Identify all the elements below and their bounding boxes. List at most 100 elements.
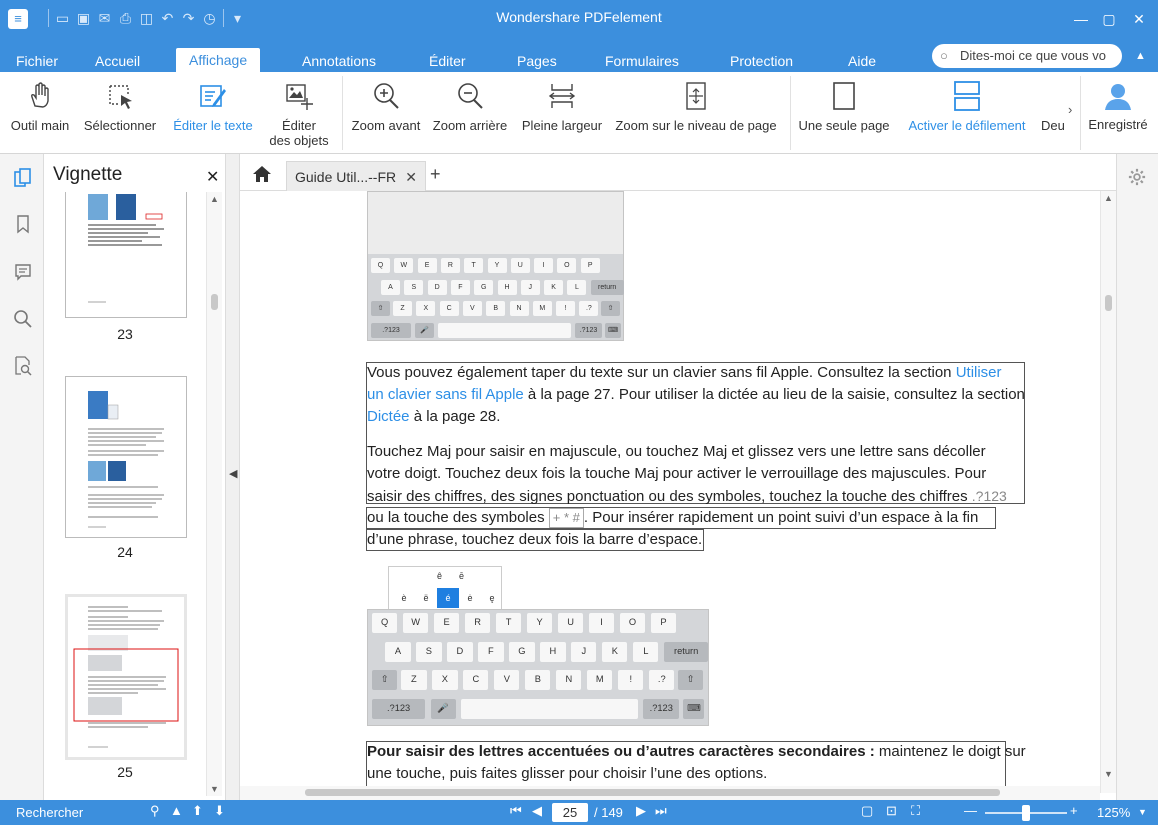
- thumbnail-page-23[interactable]: [65, 192, 187, 318]
- zoom-in-button[interactable]: Zoom avant: [346, 72, 426, 154]
- tab-aide[interactable]: Aide: [848, 50, 876, 72]
- account-button[interactable]: Enregistré: [1082, 72, 1154, 154]
- edit-text-button[interactable]: Éditer le texte: [164, 72, 262, 154]
- scrollbar-thumb[interactable]: [211, 294, 218, 310]
- scroll-mode-button[interactable]: Activer le défilement: [898, 72, 1036, 154]
- thumbnail-page-25[interactable]: [65, 594, 187, 760]
- keyboard-key: U: [510, 258, 530, 273]
- pdf-page[interactable]: Q W E R T Y U I O P A S D F G H J K Lreturn ⇧ Z X C V B N M!.? ⇧ .?1…: [240, 191, 1100, 793]
- link-clavier-sans-fil[interactable]: un clavier sans fil Apple: [367, 386, 524, 403]
- search-icon[interactable]: ⚲: [150, 803, 160, 819]
- zoom-out-button[interactable]: Zoom arrière: [428, 72, 512, 154]
- fit-page-view-icon[interactable]: ⊡: [886, 803, 897, 819]
- ribbon-label: Outil main: [10, 118, 70, 133]
- scroll-down-icon[interactable]: ▼: [1104, 769, 1113, 779]
- document-area: Guide Util...--FR ✕ + QWERTYUIOPASDFGHJK…: [240, 154, 1116, 800]
- single-page-view-icon[interactable]: ▢: [861, 803, 873, 819]
- text-run: à la page 28.: [409, 408, 501, 425]
- previous-page-icon[interactable]: ◀: [532, 803, 542, 819]
- close-icon[interactable]: ✕: [1128, 8, 1150, 30]
- close-panel-icon[interactable]: ✕: [206, 167, 219, 187]
- document-horizontal-scrollbar[interactable]: [240, 786, 1100, 800]
- tab-pages[interactable]: Pages: [517, 50, 557, 72]
- zoom-slider-knob[interactable]: [1022, 805, 1030, 821]
- search-icon[interactable]: [13, 309, 33, 329]
- close-tab-icon[interactable]: ✕: [405, 162, 417, 192]
- next-page-icon[interactable]: ▶: [636, 803, 646, 819]
- document-vertical-scrollbar[interactable]: ▲ ▼: [1100, 191, 1116, 793]
- fit-page-button[interactable]: Zoom sur le niveau de page: [610, 72, 782, 154]
- zoom-level[interactable]: 125%: [1097, 805, 1130, 820]
- thumbnail-panel: Vignette ✕ 23 24 25 ▲ ▼: [44, 154, 226, 800]
- scroll-up-icon[interactable]: ▲: [210, 194, 219, 204]
- ribbon-scroll-right-icon[interactable]: ›: [1068, 102, 1072, 117]
- hand-tool-button[interactable]: Outil main: [4, 72, 76, 154]
- page-number-input[interactable]: 25: [552, 803, 588, 822]
- scrollbar-thumb[interactable]: [305, 789, 1000, 796]
- accent-option: ė: [467, 593, 473, 603]
- up-arrow-icon[interactable]: ⬆: [192, 803, 203, 819]
- paragraph-line[interactable]: saisir des chiffres, des signes ponctuat…: [367, 485, 1007, 508]
- new-tab-icon[interactable]: +: [430, 164, 441, 185]
- thumbnail-page-24[interactable]: [65, 376, 187, 538]
- tab-editer[interactable]: Éditer: [429, 50, 466, 72]
- paragraph-line[interactable]: Vous pouvez également taper du texte sur…: [367, 362, 1002, 384]
- comment-icon[interactable]: [13, 262, 33, 282]
- tab-protection[interactable]: Protection: [730, 50, 793, 72]
- scroll-down-icon[interactable]: ▼: [210, 784, 219, 794]
- last-page-icon[interactable]: ⏭: [655, 803, 667, 819]
- tab-annotations[interactable]: Annotations: [302, 50, 376, 72]
- first-page-icon[interactable]: ⏮: [510, 803, 522, 819]
- keyboard-key: ⇧: [371, 670, 398, 691]
- paragraph-line[interactable]: Dictée à la page 28.: [367, 406, 500, 428]
- document-tab[interactable]: Guide Util...--FR ✕: [286, 161, 426, 191]
- single-page-button[interactable]: Une seule page: [794, 72, 894, 154]
- keyboard-key: O: [557, 258, 577, 273]
- maximize-icon[interactable]: ▢: [1098, 8, 1120, 30]
- home-icon[interactable]: [252, 164, 272, 184]
- panel-splitter[interactable]: ◀: [226, 154, 240, 800]
- paragraph-line[interactable]: d’une phrase, touchez deux fois la barre…: [367, 529, 702, 551]
- tab-accueil[interactable]: Accueil: [95, 50, 140, 72]
- select-button[interactable]: Sélectionner: [78, 72, 162, 154]
- tab-fichier[interactable]: Fichier: [16, 50, 58, 72]
- accent-option: ê: [437, 571, 443, 581]
- paragraph-line[interactable]: un clavier sans fil Apple à la page 27. …: [367, 384, 1025, 406]
- paragraph-line[interactable]: votre doigt. Touchez deux fois la touche…: [367, 463, 986, 485]
- ribbon-label: Sélectionner: [83, 118, 157, 133]
- thumbnails-icon[interactable]: [13, 168, 33, 188]
- two-page-button[interactable]: Deu: [1038, 72, 1066, 154]
- paragraph-line[interactable]: Pour saisir des lettres accentuées ou d’…: [367, 741, 1026, 763]
- keyboard-key: D: [427, 279, 447, 295]
- collapse-ribbon-icon[interactable]: ▲: [1135, 50, 1146, 62]
- minimize-icon[interactable]: —: [1070, 8, 1092, 30]
- find-in-page-icon[interactable]: [13, 356, 33, 376]
- link-dictee[interactable]: Dictée: [367, 408, 410, 425]
- fullscreen-icon[interactable]: ⛶: [911, 803, 920, 819]
- scroll-up-icon[interactable]: ▲: [1104, 193, 1113, 203]
- zoom-in-icon[interactable]: +: [1070, 803, 1078, 818]
- down-arrow-icon[interactable]: ⬇: [214, 803, 225, 819]
- document-tab-label: Guide Util...--FR: [295, 169, 397, 185]
- fit-width-button[interactable]: Pleine largeur: [516, 72, 608, 154]
- tab-affichage[interactable]: Affichage: [176, 48, 261, 72]
- thumbnail-scrollbar[interactable]: ▲ ▼: [206, 192, 222, 796]
- link-utiliser[interactable]: Utiliser: [956, 364, 1002, 381]
- properties-gear-icon[interactable]: [1128, 168, 1146, 186]
- tell-me-search-input[interactable]: ○ Dites-moi ce que vous vo: [932, 44, 1122, 68]
- previous-result-icon[interactable]: ▲: [170, 803, 183, 818]
- paragraph-line[interactable]: ou la touche des symboles + * #. Pour in…: [367, 507, 978, 529]
- zoom-out-icon[interactable]: —: [964, 803, 977, 818]
- keyboard-key: M: [587, 670, 613, 691]
- scrollbar-thumb[interactable]: [1105, 295, 1112, 311]
- collapse-panel-icon[interactable]: ◀: [229, 467, 237, 480]
- paragraph-line[interactable]: une touche, puis faites glisser pour cho…: [367, 763, 767, 785]
- keyboard-key: B: [525, 670, 551, 691]
- zoom-dropdown-icon[interactable]: ▼: [1138, 807, 1147, 817]
- tab-formulaires[interactable]: Formulaires: [605, 50, 679, 72]
- paragraph-line[interactable]: Touchez Maj pour saisir en majuscule, ou…: [367, 441, 986, 463]
- accent-option: ē: [459, 571, 465, 581]
- edit-objects-button[interactable]: Éditer des objets: [264, 72, 334, 154]
- bookmark-icon[interactable]: [13, 214, 33, 234]
- symbol-key-glyph: + * #: [548, 508, 584, 528]
